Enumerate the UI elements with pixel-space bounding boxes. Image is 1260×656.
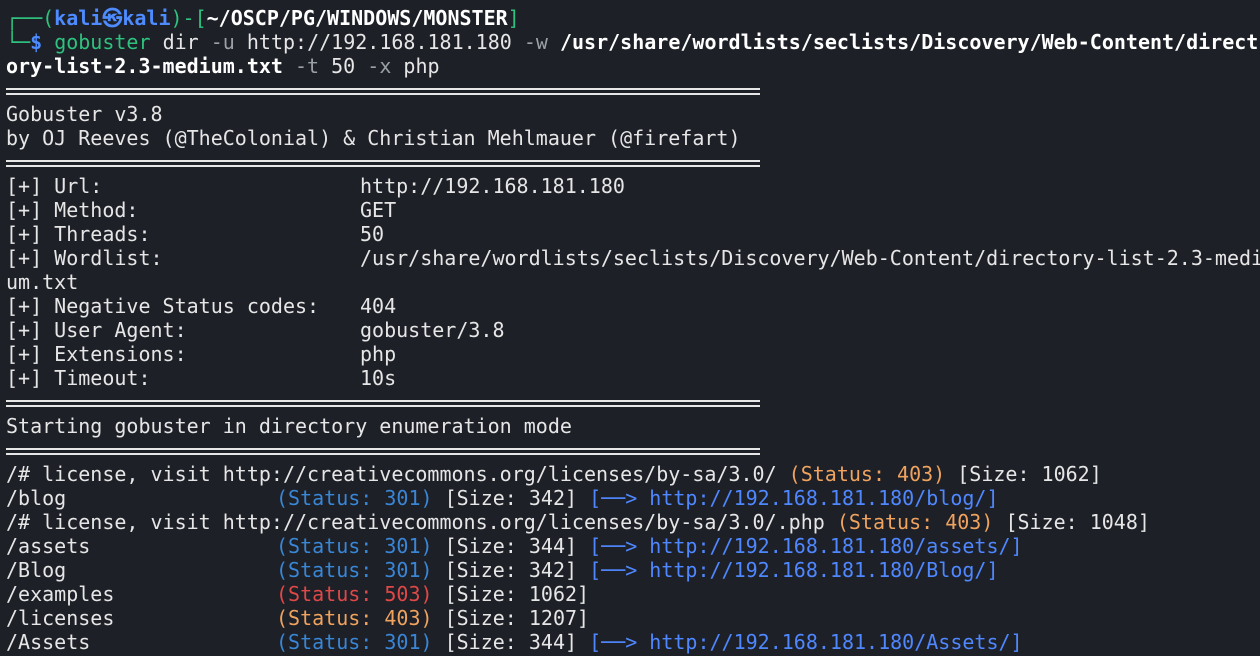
- divider: [6, 160, 760, 167]
- result-row: /assets (Status: 301) [Size: 344] [──> ht…: [6, 534, 1023, 558]
- current-path: ~/OSCP/PG/WINDOWS/MONSTER: [206, 6, 508, 30]
- config-wordlist: [+] Wordlist:/usr/share/wordlists/seclis…: [6, 246, 1260, 270]
- command-line: └─$ gobuster dir -u http://192.168.181.1…: [6, 30, 1259, 54]
- banner-authors: by OJ Reeves (@TheColonial) & Christian …: [6, 126, 741, 150]
- result-row: /licenses (Status: 403) [Size: 1207]: [6, 606, 590, 630]
- result-row: /# license, visit http://creativecommons…: [6, 462, 1102, 486]
- result-row: /examples (Status: 503) [Size: 1062]: [6, 582, 590, 606]
- config-url: [+] Url: http://192.168.181.180: [6, 174, 625, 198]
- result-row: /# license, visit http://creativecommons…: [6, 510, 1150, 534]
- redirect-link: [──> http://192.168.181.180/Assets/]: [589, 630, 1023, 654]
- prompt-line: ┌──(kali㉿kali)-[~/OSCP/PG/WINDOWS/MONSTE…: [6, 6, 520, 30]
- skull-icon: ㉿: [102, 6, 123, 30]
- terminal-window[interactable]: ┌──(kali㉿kali)-[~/OSCP/PG/WINDOWS/MONSTE…: [0, 0, 1260, 656]
- result-row: /Assets (Status: 301) [Size: 344] [──> ht…: [6, 630, 1023, 654]
- redirect-link: [──> http://192.168.181.180/assets/]: [589, 534, 1023, 558]
- divider: [6, 400, 760, 407]
- banner-version: Gobuster v3.8: [6, 102, 163, 126]
- config-extensions: [+] Extensions: php: [6, 342, 397, 366]
- result-row: /blog (Status: 301) [Size: 342] [──> http…: [6, 486, 999, 510]
- redirect-link: [──> http://192.168.181.180/Blog/]: [589, 558, 999, 582]
- result-row: /Blog (Status: 301) [Size: 342] [──> http…: [6, 558, 999, 582]
- config-user-agent: [+] User Agent: gobuster/3.8: [6, 318, 505, 342]
- divider: [6, 88, 760, 95]
- divider: [6, 448, 760, 455]
- config-threads: [+] Threads: 50: [6, 222, 385, 246]
- config-negative-status: [+] Negative Status codes: 404: [6, 294, 397, 318]
- config-timeout: [+] Timeout: 10s: [6, 366, 397, 390]
- start-message: Starting gobuster in directory enumerati…: [6, 414, 572, 438]
- config-method: [+] Method: GET: [6, 198, 397, 222]
- config-wordlist-wrap: um.txt: [6, 270, 79, 294]
- command-line-wrap: ory-list-2.3-medium.txt -t 50 -x php: [6, 54, 440, 78]
- redirect-link: [──> http://192.168.181.180/blog/]: [589, 486, 999, 510]
